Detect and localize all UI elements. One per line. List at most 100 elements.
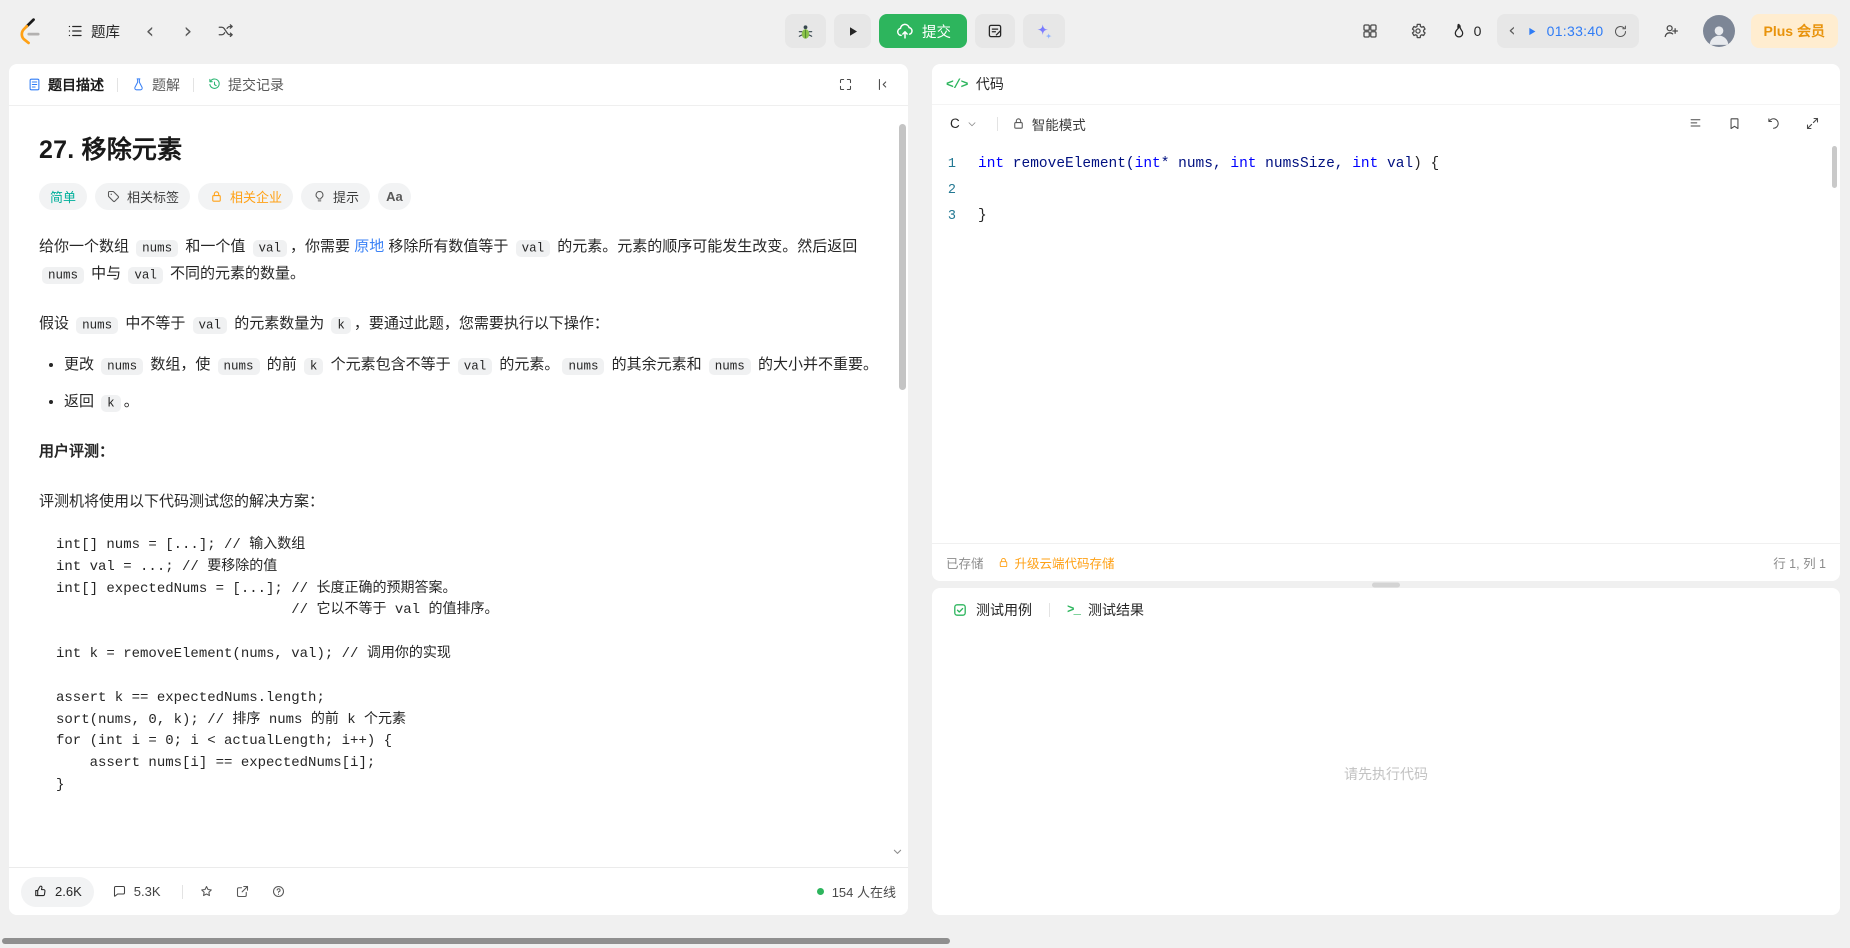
reset-code-button[interactable] (1763, 114, 1783, 134)
random-question-button[interactable] (210, 15, 242, 47)
share-button[interactable] (228, 877, 258, 907)
font-size-toggle[interactable]: Aa (378, 183, 411, 210)
ai-assistant-button[interactable] (1023, 14, 1065, 48)
logo-dark-stroke (25, 18, 35, 28)
hint-badge[interactable]: 提示 (301, 183, 371, 210)
text-run: 个元素包含不等于 (326, 356, 455, 373)
related-tags-label: 相关标签 (127, 190, 180, 205)
thumbs-up-icon (35, 885, 46, 897)
comments-button[interactable]: 5.3K (100, 877, 173, 907)
lightbulb-icon (315, 190, 324, 202)
top-bar: 题库 ‹ › 提交 0 ‹ 01:33:40 Plus 会员 (0, 0, 1850, 62)
tab-description[interactable]: 题目描述 (19, 70, 112, 100)
code-line: 3 } (932, 203, 1840, 229)
fullscreen-icon (839, 78, 851, 91)
inline-link[interactable]: 原地 (354, 238, 384, 255)
toolbar-separator (996, 116, 998, 131)
timer-value: 01:33:40 (1546, 23, 1604, 39)
expand-diagonal-icon (1806, 117, 1818, 130)
fullscreen-button[interactable] (834, 74, 856, 96)
scroll-down-arrow[interactable] (890, 844, 905, 859)
related-companies-badge[interactable]: 相关企业 (198, 183, 294, 210)
text-run: * nums, (1160, 156, 1231, 172)
gear-icon (1411, 23, 1426, 39)
text-run: ，要通过此题，您需要执行以下操作： (353, 315, 609, 332)
text-run: val (1378, 156, 1414, 172)
tab-testresult-label: 测试结果 (1088, 602, 1145, 618)
plus-membership-button[interactable]: Plus 会员 (1750, 14, 1838, 48)
language-select[interactable]: C (944, 112, 984, 135)
code-line-text: int removeElement(int* nums, int numsSiz… (978, 156, 1439, 172)
text-run: int (978, 156, 1005, 172)
list-icon (68, 25, 82, 37)
user-avatar[interactable] (1702, 15, 1735, 47)
smart-mode-toggle[interactable]: 智能模式 (1011, 114, 1086, 134)
chevron-down-icon (968, 121, 976, 126)
cursor-position: 行 1, 列 1 (1773, 557, 1826, 571)
tab-testresult[interactable]: >_ 测试结果 (1061, 595, 1150, 625)
text-run: 的大小并不重要。 (753, 356, 878, 373)
cloud-storage-upgrade-link[interactable]: 升级云端代码存储 (997, 553, 1115, 572)
tab-submissions-label: 提交记录 (228, 76, 284, 93)
notes-button[interactable] (975, 14, 1015, 48)
collaborate-button[interactable] (1655, 15, 1687, 47)
daily-streak[interactable]: 0 (1450, 22, 1481, 40)
difficulty-badge[interactable]: 简单 (39, 183, 88, 210)
vertical-panel-resizer[interactable] (908, 64, 932, 915)
flask-icon (134, 78, 143, 91)
lock-icon (999, 557, 1007, 568)
text-run: 返回 (64, 393, 99, 410)
debug-button[interactable] (785, 14, 826, 48)
format-code-button[interactable] (1685, 114, 1705, 134)
terminal-icon: >_ (1067, 603, 1081, 617)
problem-list-button[interactable]: 题库 (58, 15, 128, 48)
timer-play-icon[interactable] (1525, 25, 1538, 38)
horizontal-panel-resizer[interactable] (932, 581, 1840, 588)
code-editor[interactable]: 1 int removeElement(int* nums, int numsS… (932, 142, 1840, 543)
inline-code: k (331, 316, 351, 334)
forward-button[interactable]: › (172, 15, 204, 47)
inline-code: nums (101, 357, 144, 375)
timer-collapse-button[interactable]: ‹ (1508, 22, 1515, 40)
inline-code: k (303, 357, 324, 375)
bookmark-button[interactable] (1724, 114, 1744, 134)
text-run: 中不等于 (121, 315, 190, 332)
inline-code: nums (708, 357, 751, 375)
submit-label: 提交 (922, 24, 951, 41)
feedback-button[interactable] (264, 877, 294, 907)
tab-submissions[interactable]: 提交记录 (199, 70, 292, 100)
text-run: int (1134, 156, 1161, 172)
editor-header: </> 代码 (932, 64, 1840, 104)
back-button[interactable]: ‹ (134, 15, 166, 47)
undo-icon (1767, 118, 1779, 129)
leetcode-logo[interactable] (12, 14, 46, 48)
comment-count: 5.3K (133, 884, 161, 899)
text-run: ，你需要 (290, 238, 355, 255)
favorite-button[interactable] (192, 877, 222, 907)
expand-editor-button[interactable] (1802, 114, 1822, 134)
panel-actions (834, 74, 898, 96)
tab-testcases[interactable]: 测试用例 (946, 595, 1038, 625)
timer-reset-icon[interactable] (1613, 24, 1628, 39)
problem-panel-tabbar: 题目描述 题解 提交记录 (9, 64, 908, 106)
tab-solutions[interactable]: 题解 (123, 70, 188, 100)
problem-scrollbar-thumb[interactable] (899, 124, 906, 390)
lock-icon (212, 191, 221, 202)
text-run: } (978, 208, 987, 224)
chevron-right-icon: › (183, 18, 193, 43)
run-button[interactable] (834, 14, 871, 48)
collapse-panel-button[interactable] (872, 74, 894, 96)
external-link-icon (236, 885, 249, 898)
inline-code: val (252, 239, 288, 257)
horizontal-scrollbar[interactable] (2, 938, 950, 944)
related-tags-badge[interactable]: 相关标签 (95, 183, 191, 210)
editor-scrollbar-thumb[interactable] (1832, 146, 1837, 188)
settings-button[interactable] (1402, 15, 1434, 47)
submit-button[interactable]: 提交 (879, 14, 967, 48)
layout-button[interactable] (1354, 15, 1386, 47)
text-run: 更改 (64, 356, 99, 373)
description-paragraph: 假设 nums 中不等于 val 的元素数量为 k ，要通过此题，您需要执行以下操… (39, 310, 878, 337)
editor-toolbar: C 智能模式 (932, 104, 1840, 142)
like-button[interactable]: 2.6K (21, 876, 94, 907)
right-column: </> 代码 C 智能模式 1 int removeElement(int* n… (932, 64, 1840, 915)
